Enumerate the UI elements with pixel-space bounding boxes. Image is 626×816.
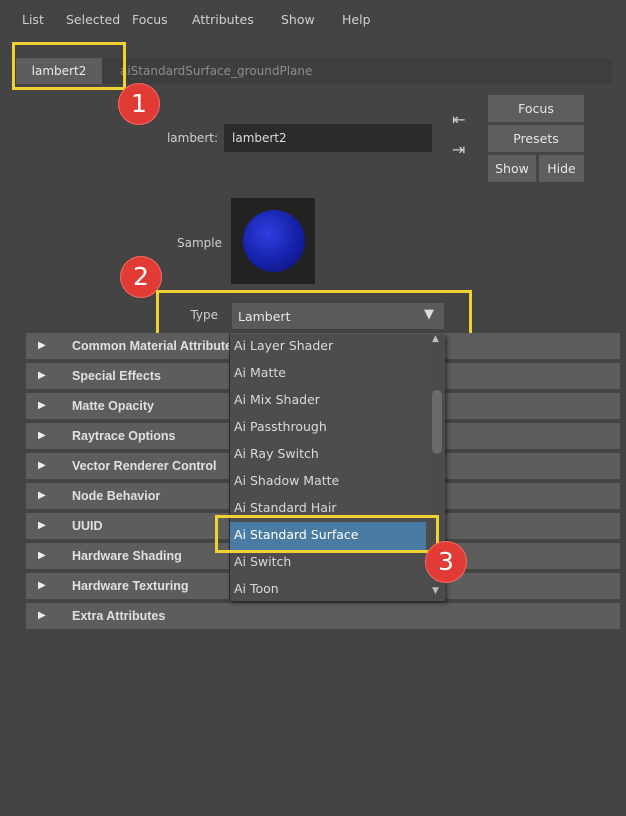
expand-triangle-icon: ▶ xyxy=(38,460,46,471)
expand-triangle-icon: ▶ xyxy=(38,370,46,381)
material-sample-swatch xyxy=(231,198,315,284)
tab-highlight-box xyxy=(12,42,126,90)
type-dropdown-list[interactable]: Ai Layer Shader Ai Matte Ai Mix Shader A… xyxy=(229,334,445,601)
option-ai-switch[interactable]: Ai Switch xyxy=(234,554,291,569)
presets-button[interactable]: Presets xyxy=(488,125,584,152)
option-ai-ray-switch[interactable]: Ai Ray Switch xyxy=(234,446,319,461)
expand-triangle-icon: ▶ xyxy=(38,490,46,501)
hide-button[interactable]: Hide xyxy=(539,155,584,182)
option-ai-standard-hair[interactable]: Ai Standard Hair xyxy=(234,500,337,515)
option-ai-passthrough[interactable]: Ai Passthrough xyxy=(234,419,327,434)
focus-button[interactable]: Focus xyxy=(488,95,584,122)
scroll-up-icon[interactable]: ▲ xyxy=(432,334,439,344)
menu-list[interactable]: List xyxy=(22,12,44,27)
sample-sphere xyxy=(243,210,305,272)
tab-aistandardsurface-groundplane[interactable]: aiStandardSurface_groundPlane xyxy=(110,58,322,84)
expand-triangle-icon: ▶ xyxy=(38,550,46,561)
sample-label: Sample xyxy=(177,236,222,250)
option-highlight-box xyxy=(215,515,439,553)
option-ai-layer-shader[interactable]: Ai Layer Shader xyxy=(234,338,333,353)
expand-triangle-icon: ▶ xyxy=(38,520,46,531)
option-ai-matte[interactable]: Ai Matte xyxy=(234,365,286,380)
scrollbar-thumb[interactable] xyxy=(432,390,442,454)
type-highlight-box xyxy=(156,290,472,336)
option-ai-mix-shader[interactable]: Ai Mix Shader xyxy=(234,392,320,407)
callout-badge-3: 3 xyxy=(425,541,467,583)
expand-triangle-icon: ▶ xyxy=(38,340,46,351)
menu-selected[interactable]: Selected xyxy=(66,12,120,27)
expand-triangle-icon: ▶ xyxy=(38,430,46,441)
expand-triangle-icon: ▶ xyxy=(38,610,46,621)
input-connections-icon[interactable]: ⇤ xyxy=(452,110,465,129)
menu-focus[interactable]: Focus xyxy=(132,12,168,27)
menu-show[interactable]: Show xyxy=(281,12,315,27)
expand-triangle-icon: ▶ xyxy=(38,400,46,411)
show-button[interactable]: Show xyxy=(488,155,536,182)
callout-badge-1: 1 xyxy=(118,83,160,125)
menu-attributes[interactable]: Attributes xyxy=(192,12,254,27)
option-ai-shadow-matte[interactable]: Ai Shadow Matte xyxy=(234,473,339,488)
scroll-down-icon[interactable]: ▼ xyxy=(432,586,439,596)
section-extra-attributes[interactable]: ▶ Extra Attributes xyxy=(26,603,620,629)
output-connections-icon[interactable]: ⇥ xyxy=(452,140,465,159)
menu-bar: List Selected Focus Attributes Show Help xyxy=(14,0,612,38)
node-name-field[interactable]: lambert2 xyxy=(224,124,432,152)
node-type-label: lambert: xyxy=(166,131,218,145)
option-ai-toon[interactable]: Ai Toon xyxy=(234,581,279,596)
menu-help[interactable]: Help xyxy=(342,12,371,27)
expand-triangle-icon: ▶ xyxy=(38,580,46,591)
